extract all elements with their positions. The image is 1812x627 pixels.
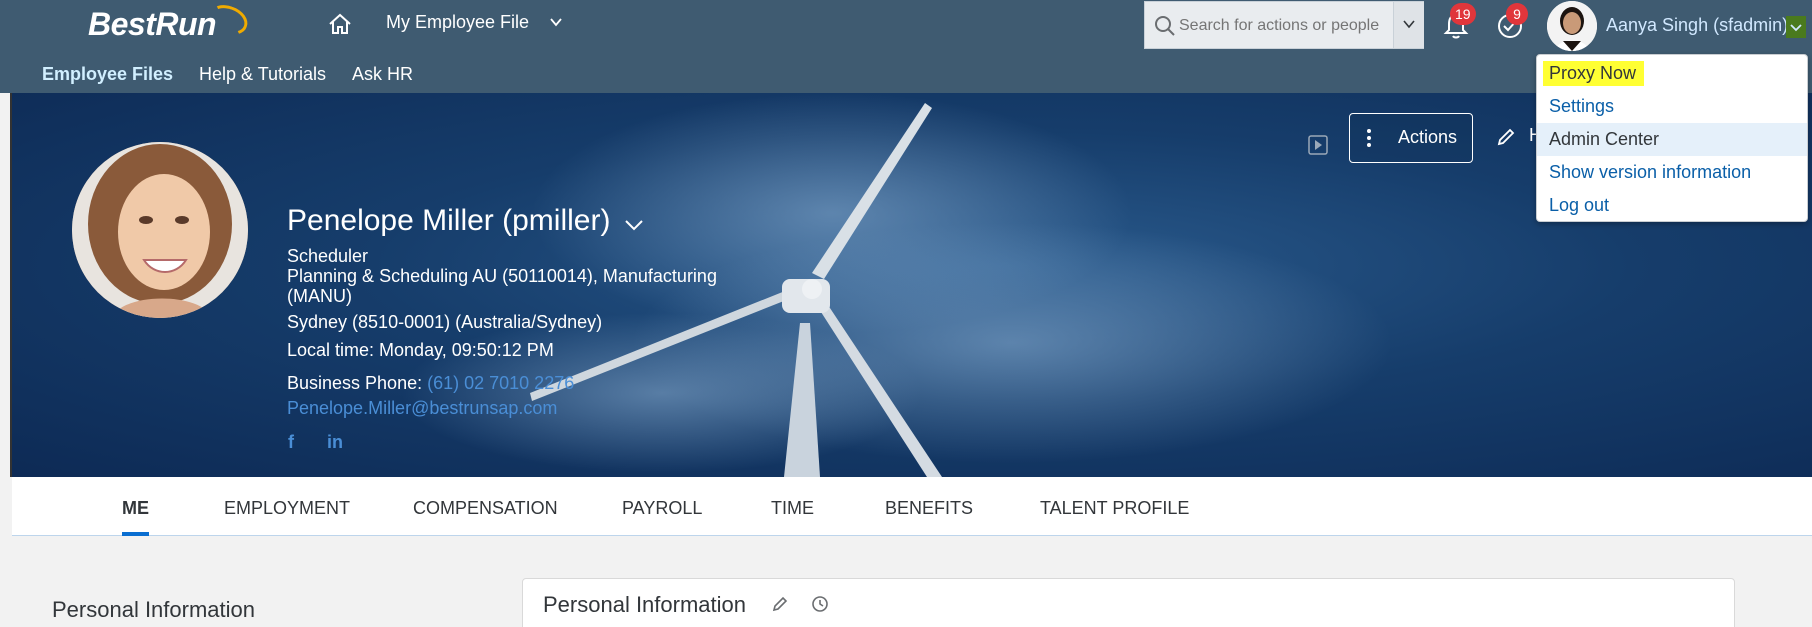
employee-photo[interactable] [72,142,248,318]
tab-employment[interactable]: EMPLOYMENT [224,498,350,519]
user-menu-toggle[interactable] [1786,16,1806,38]
module-title[interactable]: My Employee File [386,12,529,33]
phone-link[interactable]: (61) 02 7010 2276 [427,373,574,393]
edit-pencil-icon[interactable] [771,595,789,613]
menu-item-label: Proxy Now [1543,61,1645,86]
subnav-employee-files[interactable]: Employee Files [42,64,173,85]
menu-item-proxy-now[interactable]: Proxy Now [1537,57,1807,90]
user-avatar[interactable] [1547,1,1597,51]
logo-text: BestRun [88,6,217,42]
phone-label: Business Phone: [287,373,423,393]
subnav-help-tutorials[interactable]: Help & Tutorials [199,64,326,85]
tab-compensation[interactable]: COMPENSATION [413,498,558,519]
actions-label: Actions [1398,127,1458,147]
tab-benefits[interactable]: BENEFITS [885,498,973,519]
email-link[interactable]: Penelope.Miller@bestrunsap.com [287,398,557,419]
search-icon[interactable] [1153,14,1177,38]
chevron-down-icon[interactable] [623,218,645,232]
edit-pencil-icon[interactable] [1496,127,1516,147]
card-title: Personal Information [543,592,746,617]
history-clock-icon[interactable] [811,595,829,613]
user-menu-dropdown: Proxy Now Settings Admin Center Show ver… [1536,54,1808,222]
more-vertical-icon [1367,129,1371,147]
menu-item-settings[interactable]: Settings [1537,90,1807,123]
actions-button[interactable]: Actions [1349,113,1473,163]
chevron-down-icon[interactable] [549,16,563,28]
search-box [1144,1,1424,49]
subnav-ask-hr[interactable]: Ask HR [352,64,413,85]
department-line-2: (MANU) [287,286,352,306]
business-phone: Business Phone: (61) 02 7010 2276 [287,373,574,394]
user-name[interactable]: Aanya Singh (sfadmin) [1606,15,1788,36]
tab-talent-profile[interactable]: TALENT PROFILE [1040,498,1189,519]
search-scope-dropdown[interactable] [1393,2,1424,48]
section-nav-title[interactable]: Personal Information [52,597,255,623]
department-line-1: Planning & Scheduling AU (50110014), Man… [287,266,717,286]
location: Sydney (8510-0001) (Australia/Sydney) [287,312,603,332]
facebook-icon[interactable]: f [288,432,294,453]
search-input[interactable] [1179,14,1379,38]
tab-payroll[interactable]: PAYROLL [622,498,702,519]
linkedin-icon[interactable]: in [327,432,343,453]
notification-count-badge: 19 [1450,3,1476,25]
employee-name: Penelope Miller (pmiller) [287,204,611,237]
menu-item-log-out[interactable]: Log out [1537,189,1807,222]
tab-time[interactable]: TIME [771,498,814,519]
local-time: Local time: Monday, 09:50:12 PM [287,340,554,360]
employee-photo-image [72,142,248,318]
chevron-down-icon [1790,24,1802,32]
job-title: Scheduler [287,246,369,266]
employee-file-tabs: ME EMPLOYMENT COMPENSATION PAYROLL TIME … [12,477,1812,536]
home-icon[interactable] [327,12,353,36]
tab-me[interactable]: ME [122,498,149,519]
user-avatar-image [1547,1,1597,51]
menu-item-admin-center[interactable]: Admin Center [1537,123,1807,156]
video-play-icon[interactable] [1308,135,1328,155]
todo-count-badge: 9 [1506,3,1528,25]
menu-item-version-info[interactable]: Show version information [1537,156,1807,189]
company-logo[interactable]: BestRun [88,0,252,43]
chevron-down-icon [1403,20,1415,29]
